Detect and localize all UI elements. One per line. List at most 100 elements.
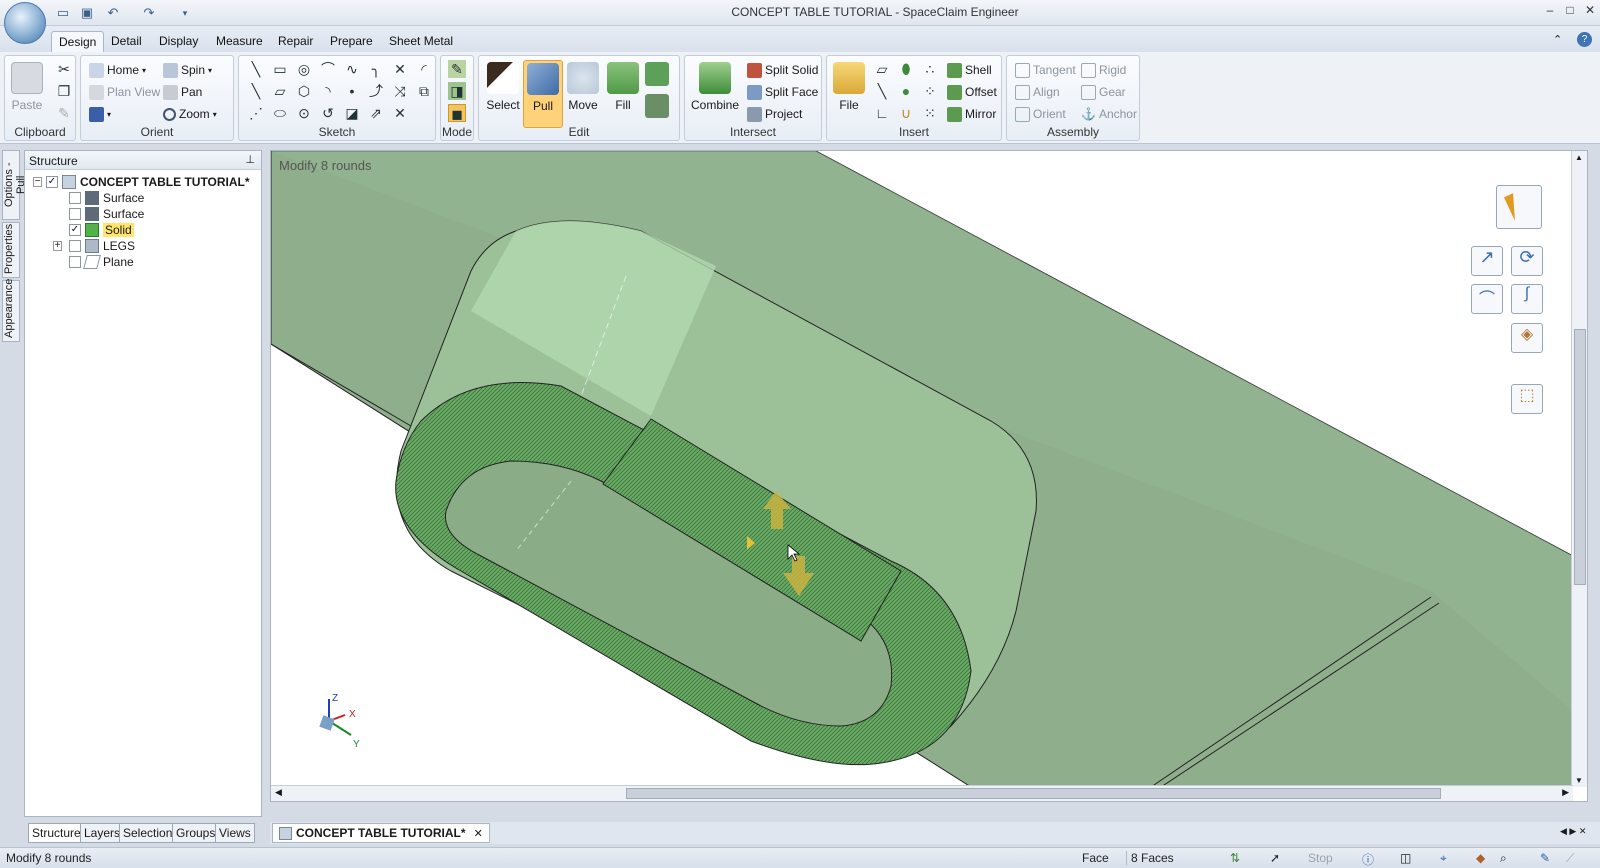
file-button[interactable]: File [829,60,869,126]
face-curve-icon[interactable]: ◪ [343,104,361,122]
document-tab[interactable]: CONCEPT TABLE TUTORIAL* ✕ [272,823,490,843]
app-menu-button[interactable] [4,2,46,44]
three-point-rect-icon[interactable]: ▱ [271,82,289,100]
tree-item-surface-2[interactable]: Surface [69,206,144,222]
offset-button[interactable]: Offset [947,82,997,102]
blend-icon[interactable] [645,62,669,86]
trim-tool-icon[interactable]: ✕ [391,60,409,78]
sphere-icon[interactable]: ● [897,82,915,100]
project-curve-icon[interactable]: ⤨ [391,82,409,100]
expand-icon[interactable]: + [53,241,62,251]
tangent-button[interactable]: Tangent [1015,60,1076,80]
scroll-left-icon[interactable]: ◀ [275,787,282,798]
dimension-status-icon[interactable]: ⟋ [1566,851,1574,866]
tab-options-pull[interactable]: Options - Pull [2,150,27,220]
pan-button[interactable]: Pan [163,82,202,102]
arc-tool-icon[interactable]: ⌒ [319,60,337,78]
horizontal-scrollbar[interactable]: ◀ ▶ [271,785,1573,801]
full-pull-button[interactable]: ⬚ [1511,384,1543,414]
select-type[interactable]: Face [1082,851,1109,865]
root-checkbox[interactable]: ✓ [46,176,58,188]
fill-button[interactable]: Fill [603,60,643,126]
move-button[interactable]: Move [563,60,603,126]
select-button[interactable]: Select [483,60,523,126]
sketch-status-icon[interactable]: ✎ [1540,851,1550,865]
3d-viewport[interactable]: Modify 8 rounds ↗ ⟳ ⌒ ∫ ◈ ⬚ Z X Y ▲ ▼ ◀ … [270,150,1588,802]
vertical-scrollbar[interactable]: ▲ ▼ [1571,151,1587,787]
tree-item-legs[interactable]: + LEGS [53,238,135,254]
minimize-button[interactable]: – [1540,3,1560,21]
offset-curve-icon[interactable]: ⤴ [367,82,385,100]
tab-sheet-metal[interactable]: Sheet Metal [382,31,460,52]
selection-count[interactable]: 8 Faces [1126,851,1174,865]
selection-filter-icon[interactable]: ⇅ [1230,851,1240,865]
tab-layers[interactable]: Layers [80,823,125,843]
mirror-button[interactable]: Mirror [947,104,996,124]
cylinder-icon[interactable]: ⬮ [897,60,915,78]
spline-tool-icon[interactable]: ∿ [343,60,361,78]
sweep-arc-icon[interactable]: ↺ [319,104,337,122]
pattern-icon[interactable]: ∴ [921,60,939,78]
collapse-ribbon-icon[interactable]: ⌃ [1553,33,1562,46]
zoom-status-icon[interactable]: ⌕ [1500,851,1507,866]
close-button[interactable]: ✕ [1580,3,1600,21]
paste-button[interactable]: Paste [9,60,45,126]
tab-measure[interactable]: Measure [209,31,270,52]
legs-checkbox[interactable] [69,240,81,252]
orient-assembly-button[interactable]: Orient [1015,104,1066,124]
project-button[interactable]: Project [747,104,802,124]
close-tab-icon[interactable]: ✕ [474,827,483,840]
extend-curve-icon[interactable]: ⇗ [367,104,385,122]
align-button[interactable]: Align [1015,82,1060,102]
axis-icon[interactable]: ╲ [873,82,891,100]
point-tool-icon[interactable]: • [343,82,361,100]
model-view[interactable] [271,151,1573,787]
rigid-button[interactable]: Rigid [1081,60,1126,80]
split-face-button[interactable]: Split Face [747,82,818,102]
tab-repair[interactable]: Repair [271,31,320,52]
render-icon[interactable]: ◆ [1476,851,1485,865]
cursor-mode-icon[interactable]: ➚ [1270,851,1280,865]
polygon-tool-icon[interactable]: ⬡ [295,82,313,100]
view-cube-button[interactable]: ▾ [89,104,111,124]
circular-pattern-icon[interactable]: ⁘ [921,82,939,100]
home-button[interactable]: Home ▾ [89,60,146,80]
collapse-icon[interactable]: − [33,177,42,187]
shell-button[interactable]: Shell [947,60,992,80]
3d-mode-icon[interactable]: ◼ [448,104,466,122]
tree-item-plane[interactable]: Plane [69,254,134,270]
revolve-guide-button[interactable]: ⟳ [1511,246,1543,276]
combine-button[interactable]: Combine [687,60,743,126]
zoom-button[interactable]: Zoom ▾ [163,104,217,124]
cut-icon[interactable]: ✂ [55,60,73,78]
solid-checkbox[interactable]: ✓ [69,224,81,236]
replace-icon[interactable] [645,94,669,118]
tab-detail[interactable]: Detail [104,31,149,52]
stop-button[interactable]: Stop [1308,851,1333,865]
copy-icon[interactable]: ❐ [55,82,73,100]
tab-selection[interactable]: Selection [119,823,177,843]
tab-display[interactable]: Display [152,31,205,52]
rectangle-tool-icon[interactable]: ▭ [271,60,289,78]
display-icon[interactable]: ◫ [1400,851,1411,865]
origin-icon[interactable]: ∟ [873,104,891,122]
plan-view-button[interactable]: Plan View [89,82,160,102]
section-mode-icon[interactable]: ◨ [448,82,466,100]
slot-tool-icon[interactable]: ⊙ [295,104,313,122]
bend-tool-icon[interactable]: ◜ [415,60,433,78]
pull-button[interactable]: Pull [523,60,563,128]
scroll-right-icon[interactable]: ▶ [1562,787,1569,798]
info-icon[interactable]: ⓘ [1362,851,1374,868]
line-tool-icon[interactable]: ╲ [247,60,265,78]
help-icon[interactable]: ? [1577,32,1592,47]
split-solid-button[interactable]: Split Solid [747,60,818,80]
circle-tool-icon[interactable]: ◎ [295,60,313,78]
plane-icon[interactable]: ▱ [873,60,891,78]
pin-icon[interactable]: ⊥ [245,153,255,166]
snap-icon[interactable]: ⌖ [1440,851,1447,866]
plane-checkbox[interactable] [69,256,81,268]
tab-design[interactable]: Design [51,31,105,52]
tab-appearance[interactable]: Appearance [2,279,20,342]
up-to-guide-button[interactable]: ◈ [1511,323,1543,353]
copy-curve-icon[interactable]: ⧉ [415,82,433,100]
